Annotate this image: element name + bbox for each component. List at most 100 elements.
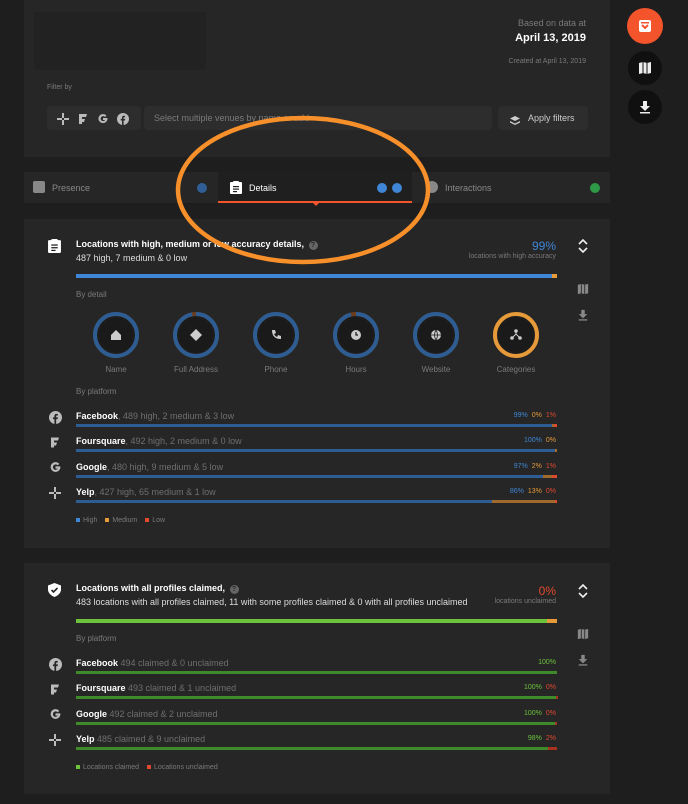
accuracy-subtitle: 487 high, 7 medium & 0 low	[76, 253, 188, 263]
yelp-icon	[47, 485, 63, 501]
apply-filters-button[interactable]: Apply filters	[498, 106, 588, 130]
detail-ring-label: Hours	[345, 365, 367, 374]
platform-name: Google	[76, 708, 107, 719]
claimed-total-partial	[547, 619, 557, 623]
platform-bar-segment	[76, 721, 556, 725]
presence-icon	[33, 181, 45, 193]
accuracy-title-row: Locations with high, medium or low accur…	[76, 239, 318, 250]
platform-percent: 100%	[538, 659, 556, 666]
accuracy-percent-caption: locations with high accuracy	[468, 253, 556, 260]
platform-percent: 2%	[531, 462, 542, 470]
help-icon[interactable]: ?	[229, 585, 239, 594]
platform-name: Facebook	[76, 658, 119, 668]
platform-row-label: Yelp, 427 high, 65 medium & 1 low	[76, 487, 216, 497]
legend-high: High	[83, 517, 98, 524]
tab-details[interactable]: Details	[218, 172, 412, 206]
claimed-title-row: Locations with all profiles claimed, ?	[76, 583, 239, 594]
claimed-by-platform-label: By platform	[76, 634, 117, 643]
google-icon[interactable]	[97, 112, 109, 124]
platform-percent: 0%	[545, 437, 556, 445]
claimed-legend: Locations claimed Locations unclaimed	[76, 764, 218, 771]
by-platform-label: By platform	[76, 387, 117, 396]
map-icon[interactable]	[575, 626, 591, 642]
legend-claimed: Locations claimed	[83, 764, 140, 771]
platform-percent: 1%	[545, 462, 556, 470]
foursquare-icon[interactable]	[77, 112, 89, 124]
map-icon	[639, 62, 651, 74]
platform-bar-segment	[548, 746, 557, 750]
download-icon	[640, 101, 650, 114]
platform-bar-segment	[555, 721, 557, 725]
facebook-icon	[47, 409, 63, 425]
platform-bar-segment	[76, 474, 543, 478]
platform-bar	[76, 424, 557, 427]
platform-row-label: Foursquare, 492 high, 2 medium & 0 low	[76, 436, 242, 446]
claimed-percent: 0%	[538, 584, 556, 598]
map-icon[interactable]	[575, 281, 591, 297]
platform-percent: 0%	[531, 412, 542, 419]
clipboard-icon	[48, 239, 61, 253]
details-status-dot-1	[377, 183, 387, 193]
platform-bar-segment	[552, 474, 557, 478]
platform-name: Facebook	[76, 411, 119, 421]
interactions-status-dot	[590, 183, 600, 193]
platform-percent: 100%	[523, 709, 542, 717]
expand-icon[interactable]	[575, 583, 591, 599]
venue-select[interactable]: Select multiple venues by name or add	[144, 106, 492, 130]
legend-unclaimed: Locations unclaimed	[153, 764, 218, 771]
filter-panel: Based on data at April 13, 2019 Created …	[24, 0, 610, 157]
download-icon[interactable]	[575, 307, 591, 323]
platform-filter[interactable]	[47, 106, 141, 130]
map-button[interactable]	[628, 51, 662, 85]
platform-bar-segment	[76, 424, 553, 427]
report-button[interactable]	[627, 8, 663, 44]
detail-ring-website[interactable]	[413, 312, 459, 358]
tab-active-caret	[311, 201, 321, 206]
detail-rings	[93, 312, 539, 358]
detail-ring-label: Website	[421, 365, 451, 374]
platform-percents: 86% 13% 0%	[506, 488, 556, 495]
platform-bar	[76, 474, 557, 478]
platform-name: Google	[76, 461, 107, 472]
claimed-total-full	[76, 619, 548, 623]
tab-presence[interactable]: Presence	[24, 172, 218, 203]
platform-percent: 13%	[527, 487, 542, 495]
detail-ring-full-address[interactable]	[173, 312, 219, 358]
foursquare-icon	[47, 681, 63, 697]
report-icon	[639, 20, 651, 32]
platform-percents: 98% 2%	[524, 735, 556, 742]
platform-bar-segment	[76, 746, 549, 750]
download-button[interactable]	[628, 90, 662, 124]
platform-summary: 492 claimed & 2 unclaimed	[107, 708, 218, 719]
detail-ring-name[interactable]	[93, 312, 139, 358]
platform-percents: 100% 0%	[520, 437, 556, 444]
accuracy-total-bar	[76, 274, 557, 278]
expand-icon[interactable]	[575, 238, 591, 254]
platform-summary: , 427 high, 65 medium & 1 low	[94, 486, 216, 497]
platform-percent: 97%	[513, 462, 528, 470]
by-detail-label: By detail	[76, 290, 107, 299]
accuracy-legend: High Medium Low	[76, 517, 165, 524]
accuracy-percent: 99%	[531, 239, 556, 253]
platform-summary: 493 claimed & 1 unclaimed	[125, 683, 237, 694]
yelp-icon	[47, 732, 63, 748]
platform-bar-segment	[555, 449, 557, 453]
help-icon[interactable]: ?	[308, 241, 318, 250]
platform-percent: 2%	[545, 734, 556, 742]
detail-ring-categories[interactable]	[493, 312, 539, 358]
interactions-icon	[426, 181, 438, 193]
google-icon	[47, 460, 63, 476]
platform-bar-segment	[554, 499, 557, 503]
presence-status-dot	[197, 183, 207, 193]
platform-bar-segment	[76, 449, 556, 453]
tab-interactions[interactable]: Interactions	[412, 172, 610, 203]
detail-ring-label: Phone	[264, 365, 288, 374]
shield-icon	[48, 583, 61, 597]
download-icon[interactable]	[575, 652, 591, 668]
facebook-icon[interactable]	[117, 112, 129, 125]
detail-ring-hours[interactable]	[333, 312, 379, 358]
detail-ring-phone[interactable]	[253, 312, 299, 358]
tab-details-label: Details	[249, 183, 277, 193]
claimed-total-bar	[76, 619, 557, 623]
yelp-icon[interactable]	[57, 112, 69, 125]
